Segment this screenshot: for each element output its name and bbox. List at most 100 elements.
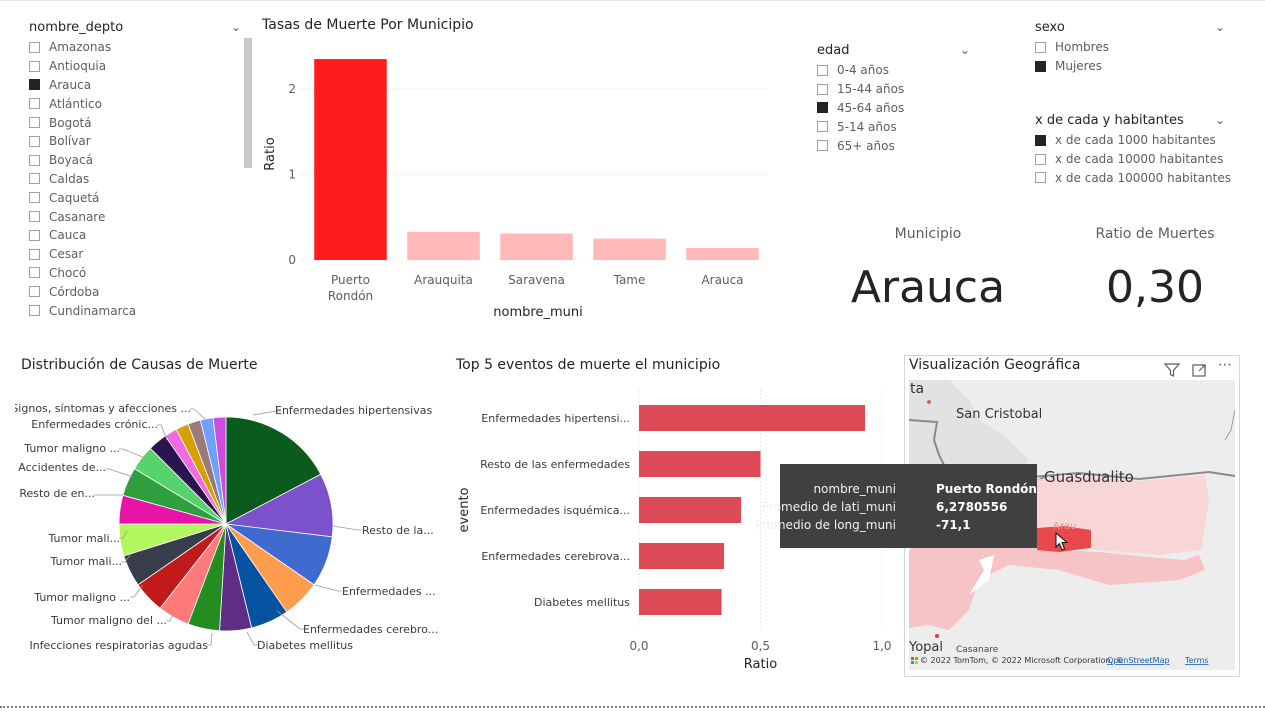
- slicer-item-label: Boyacá: [49, 153, 93, 168]
- slicer-item[interactable]: 0-4 años: [817, 61, 967, 80]
- canvas-bottom-border: [0, 706, 1265, 708]
- slicer-item-label: Mujeres: [1055, 59, 1102, 74]
- map-label-partial: ta: [910, 381, 924, 397]
- bar[interactable]: [639, 405, 865, 431]
- map-terms-link[interactable]: Terms: [1184, 656, 1209, 665]
- slicer-item-label: 5-14 años: [837, 119, 897, 134]
- slicer-item[interactable]: Caldas: [29, 170, 229, 189]
- chevron-down-icon[interactable]: ⌄: [960, 43, 970, 57]
- checkbox[interactable]: [29, 117, 40, 129]
- slicer-item-label: Córdoba: [49, 284, 100, 299]
- bar[interactable]: [407, 231, 480, 260]
- slicer-item[interactable]: Córdoba: [29, 282, 229, 301]
- slicer-item[interactable]: Antioquia: [29, 57, 229, 76]
- bar-chart-municipios: 0 1 2 Puerto Rondón Arauquita Saravena Tame Arau…: [263, 59, 767, 320]
- slicer-item-label: Arauca: [49, 77, 92, 92]
- card-value-ratio: 0,30: [1106, 262, 1204, 313]
- slicer-item-label: Caldas: [49, 171, 90, 186]
- slicer-item[interactable]: 5-14 años: [817, 117, 967, 136]
- pie-leader-line: [276, 610, 304, 630]
- checkbox[interactable]: [817, 140, 828, 152]
- pie-label: Tumor mali...: [49, 555, 122, 568]
- slicer-item[interactable]: Atlántico: [29, 94, 229, 113]
- checkbox[interactable]: [29, 41, 40, 53]
- slicer-item-label: Chocó: [49, 265, 87, 280]
- slicer-item[interactable]: Casanare: [29, 207, 229, 226]
- slicer-item-label: Hombres: [1055, 40, 1109, 55]
- checkbox[interactable]: [29, 154, 40, 166]
- slicer-item[interactable]: x de cada 10000 habitantes: [1035, 150, 1235, 169]
- slicer-item[interactable]: Cundinamarca: [29, 301, 229, 320]
- checkbox[interactable]: [29, 173, 40, 185]
- checkbox[interactable]: [29, 79, 40, 91]
- checkbox[interactable]: [29, 98, 40, 110]
- checkbox[interactable]: [817, 121, 828, 133]
- slicer-item[interactable]: 15-44 años: [817, 80, 967, 99]
- slicer-item[interactable]: 45-64 años: [817, 99, 967, 118]
- checkbox[interactable]: [29, 211, 40, 223]
- slicer-item[interactable]: 65+ años: [817, 136, 967, 155]
- bar[interactable]: [639, 497, 742, 523]
- slicer-item[interactable]: Arauca: [29, 76, 229, 95]
- checkbox[interactable]: [29, 267, 40, 279]
- tooltip-key: Promedio de lati_muni: [762, 500, 896, 514]
- checkbox[interactable]: [817, 102, 828, 114]
- slicer-item[interactable]: Bolívar: [29, 132, 229, 151]
- map-osm-link[interactable]: OpenStreetMap: [1107, 656, 1170, 665]
- y-tick-label: Diabetes mellitus: [534, 596, 630, 609]
- bar[interactable]: [639, 589, 722, 615]
- checkbox[interactable]: [817, 64, 828, 76]
- checkbox[interactable]: [29, 192, 40, 204]
- slicer-item[interactable]: Cauca: [29, 226, 229, 245]
- chevron-down-icon[interactable]: ⌄: [231, 20, 241, 34]
- slicer-item[interactable]: Caquetá: [29, 188, 229, 207]
- tooltip-row: nombre_muni Puerto Rondón: [780, 482, 1037, 500]
- slicer-item[interactable]: Cesar: [29, 245, 229, 264]
- tooltip-value: Puerto Rondón: [936, 482, 1037, 496]
- chevron-down-icon[interactable]: ⌄: [1215, 20, 1225, 34]
- slicer-title-depto: nombre_depto: [29, 20, 124, 35]
- slicer-item[interactable]: Chocó: [29, 264, 229, 283]
- bar[interactable]: [500, 233, 573, 260]
- bar[interactable]: [593, 238, 666, 260]
- y-tick-label: 1: [288, 168, 296, 182]
- slicer-list-sexo: Hombres Mujeres: [1035, 38, 1235, 76]
- map-label-yopal: Yopal: [909, 640, 943, 655]
- slicer-scrollbar[interactable]: [244, 38, 252, 168]
- checkbox[interactable]: [1035, 153, 1046, 165]
- slicer-item-label: Atlántico: [49, 96, 102, 111]
- bar[interactable]: [639, 543, 725, 569]
- filter-icon[interactable]: [1164, 363, 1180, 377]
- checkbox[interactable]: [29, 135, 40, 147]
- chevron-down-icon[interactable]: ⌄: [1215, 113, 1225, 127]
- slicer-item-label: Bogotá: [49, 115, 92, 130]
- x-tick-label: 0,0: [629, 639, 648, 653]
- x-tick-label: Saravena: [508, 273, 565, 287]
- slicer-item[interactable]: Mujeres: [1035, 57, 1235, 76]
- bar[interactable]: [639, 451, 761, 477]
- checkbox[interactable]: [29, 286, 40, 298]
- bar[interactable]: [686, 248, 759, 260]
- checkbox[interactable]: [29, 248, 40, 260]
- slicer-item[interactable]: Hombres: [1035, 38, 1235, 57]
- checkbox[interactable]: [1035, 60, 1046, 72]
- bar[interactable]: [314, 59, 387, 261]
- slicer-item-label: x de cada 1000 habitantes: [1055, 133, 1216, 148]
- slicer-item[interactable]: x de cada 100000 habitantes: [1035, 169, 1235, 188]
- checkbox[interactable]: [817, 83, 828, 95]
- slicer-item[interactable]: Boyacá: [29, 151, 229, 170]
- slicer-item[interactable]: Amazonas: [29, 38, 229, 57]
- checkbox[interactable]: [29, 305, 40, 317]
- slicer-item[interactable]: x de cada 1000 habitantes: [1035, 131, 1235, 150]
- checkbox[interactable]: [1035, 172, 1046, 184]
- x-tick-label: Rondón: [328, 289, 373, 303]
- slicer-item[interactable]: Bogotá: [29, 113, 229, 132]
- focus-mode-icon[interactable]: [1192, 363, 1207, 377]
- checkbox[interactable]: [29, 60, 40, 72]
- map-attribution: © 2022 TomTom, © 2022 Microsoft Corporat…: [920, 656, 1124, 665]
- more-options-icon[interactable]: ⋯: [1218, 357, 1233, 373]
- tooltip-key: nombre_muni: [813, 482, 896, 496]
- checkbox[interactable]: [1035, 41, 1046, 53]
- checkbox[interactable]: [1035, 134, 1046, 146]
- checkbox[interactable]: [29, 229, 40, 241]
